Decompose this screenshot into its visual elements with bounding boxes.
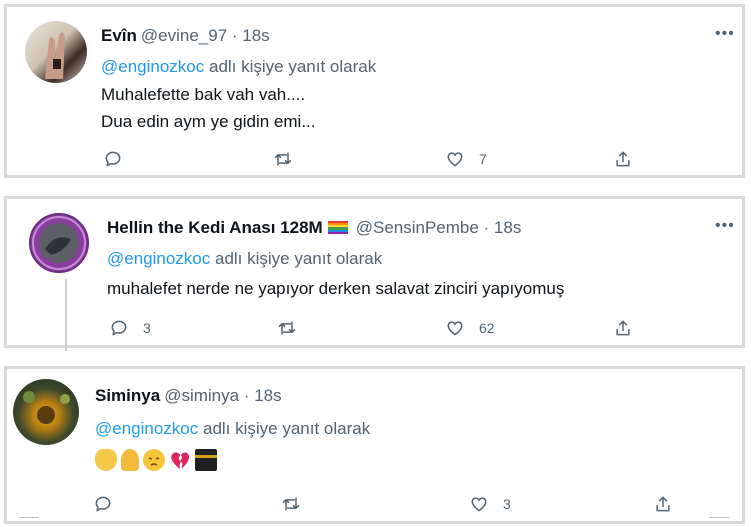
reply-icon — [105, 151, 121, 167]
reply-suffix: adlı kişiye yanıt olarak — [198, 419, 371, 438]
reply-icon — [95, 496, 111, 512]
reply-button[interactable] — [103, 148, 123, 170]
emoji-row — [95, 449, 221, 471]
retweet-icon — [274, 152, 292, 166]
tweet-line: Muhalefette bak vah vah.... — [101, 85, 306, 104]
avatar[interactable] — [25, 21, 87, 83]
reply-button[interactable] — [93, 493, 113, 515]
tweet-text: muhalefet nerde ne yapıyor derken salava… — [107, 275, 564, 302]
divider — [709, 517, 729, 518]
share-button[interactable] — [653, 493, 673, 515]
handle-and-time[interactable]: @evine_97 · 18s — [141, 26, 270, 45]
more-icon[interactable]: ••• — [715, 25, 735, 43]
heart-icon — [471, 497, 487, 512]
like-count: 62 — [479, 320, 495, 336]
reply-context: @enginozkoc adlı kişiye yanıt olarak — [95, 419, 370, 439]
rainbow-flag-icon — [327, 221, 348, 234]
pensive-face-emoji — [143, 449, 165, 471]
tweet-card[interactable]: Hellin the Kedi Anası 128M @SensinPembe ·… — [4, 196, 745, 351]
display-name[interactable]: Hellin the Kedi Anası 128M — [107, 218, 323, 237]
reply-suffix: adlı kişiye yanıt olarak — [210, 249, 383, 268]
reply-context: @enginozkoc adlı kişiye yanıt olarak — [107, 249, 382, 269]
broken-heart-emoji — [169, 449, 191, 471]
reply-count: 3 — [143, 320, 151, 336]
tweet-card[interactable]: Evîn @evine_97 · 18s ••• @enginozkoc adlı… — [4, 4, 745, 178]
heart-icon — [447, 152, 463, 167]
more-icon[interactable]: ••• — [715, 217, 735, 235]
share-icon — [616, 320, 630, 336]
retweet-icon — [278, 321, 296, 335]
tweet-line: Dua edin aym ye gidin emi... — [101, 112, 316, 131]
display-name[interactable]: Evîn — [101, 26, 137, 45]
reply-context: @enginozkoc adlı kişiye yanıt olarak — [101, 57, 376, 77]
like-count: 3 — [503, 496, 511, 512]
retweet-button[interactable] — [273, 148, 293, 170]
reply-suffix: adlı kişiye yanıt olarak — [204, 57, 377, 76]
mention-link[interactable]: @enginozkoc — [107, 249, 210, 268]
divider — [19, 517, 39, 518]
retweet-button[interactable] — [281, 493, 301, 515]
avatar[interactable] — [13, 379, 79, 445]
share-icon — [656, 496, 670, 512]
share-icon — [616, 151, 630, 167]
tweet-line: muhalefet nerde ne yapıyor derken salava… — [107, 279, 565, 298]
handle-and-time[interactable]: @siminya · 18s — [164, 386, 281, 405]
kaaba-emoji — [195, 449, 217, 471]
avatar[interactable] — [29, 213, 89, 273]
tweet-text: Muhalefette bak vah vah.... Dua edin aym… — [101, 81, 316, 135]
like-button[interactable]: 7 — [445, 148, 487, 170]
like-button[interactable]: 3 — [469, 493, 511, 515]
mention-link[interactable]: @enginozkoc — [95, 419, 198, 438]
share-button[interactable] — [613, 317, 633, 339]
open-hands-emoji — [95, 449, 117, 471]
heart-icon — [447, 321, 463, 336]
handle-and-time[interactable]: @SensinPembe · 18s — [356, 218, 522, 237]
reply-button[interactable]: 3 — [109, 317, 151, 339]
like-count: 7 — [479, 151, 487, 167]
folded-hands-emoji — [121, 449, 139, 471]
reply-icon — [111, 320, 127, 336]
share-button[interactable] — [613, 148, 633, 170]
display-name[interactable]: Siminya — [95, 386, 160, 405]
like-button[interactable]: 62 — [445, 317, 495, 339]
tweet-card[interactable]: Siminya @siminya · 18s @enginozkoc adlı k… — [4, 366, 745, 524]
retweet-button[interactable] — [277, 317, 297, 339]
retweet-icon — [282, 497, 300, 511]
thread-line — [65, 279, 67, 351]
mention-link[interactable]: @enginozkoc — [101, 57, 204, 76]
